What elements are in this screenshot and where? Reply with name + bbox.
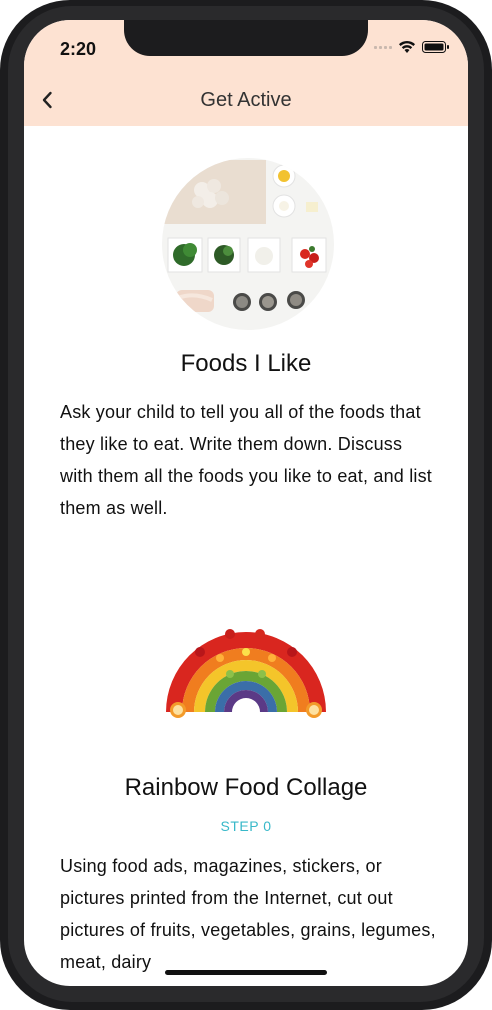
activity-list[interactable]: Foods I Like Ask your child to tell you … — [24, 126, 468, 986]
activity-description: Ask your child to tell you all of the fo… — [60, 402, 432, 518]
wifi-icon — [399, 40, 415, 53]
rainbow-food-photo — [160, 612, 332, 722]
activity-title: Foods I Like — [180, 350, 312, 377]
activity-card[interactable]: Foods I Like Ask your child to tell you … — [24, 126, 468, 546]
battery-icon — [422, 41, 449, 53]
app-screen: 2:20 Get Active Foods I Like Ask your ch… — [24, 20, 468, 986]
device-notch — [124, 20, 368, 56]
activity-description: Using food ads, magazines, stickers, or … — [60, 856, 436, 972]
ingredients-photo — [162, 158, 334, 330]
signal-icon — [374, 45, 392, 49]
activity-title: Rainbow Food Collage — [124, 774, 368, 801]
status-icons — [374, 40, 450, 54]
step-label: STEP 0 — [220, 818, 272, 834]
navigation-bar: Get Active — [24, 78, 468, 126]
activity-card[interactable]: Rainbow Food Collage STEP 0 Using food a… — [24, 596, 468, 986]
status-time: 2:20 — [60, 39, 97, 59]
nav-title: Get Active — [200, 89, 292, 111]
home-indicator[interactable] — [165, 970, 327, 975]
